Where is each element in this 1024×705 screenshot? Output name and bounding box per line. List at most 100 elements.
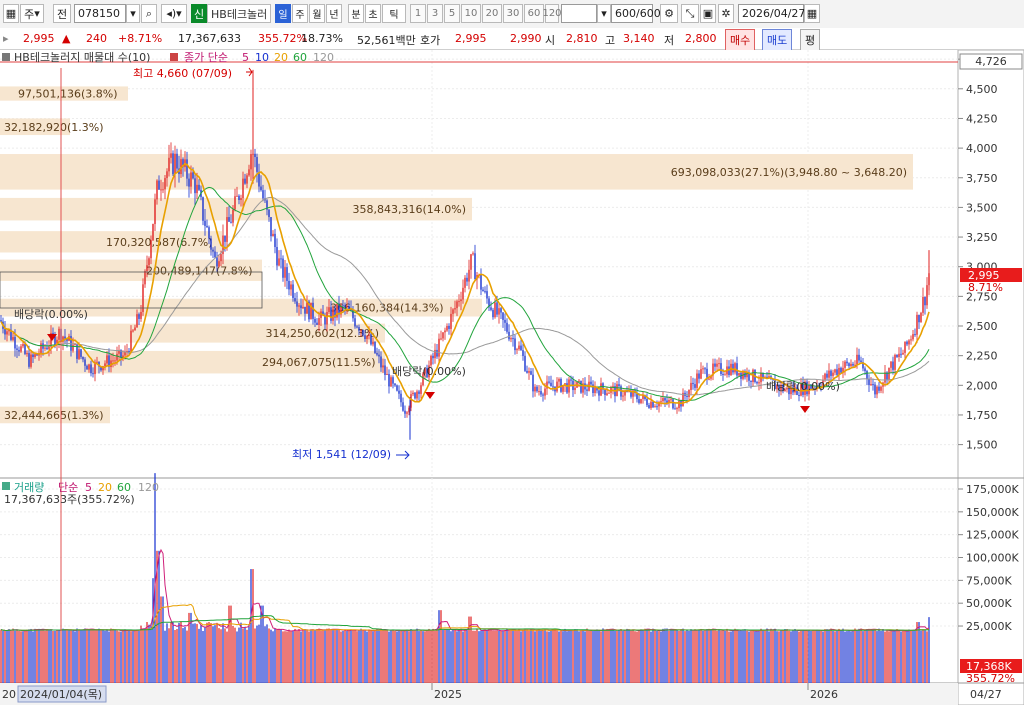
volume-bar [868, 628, 870, 685]
volume-legend-toggle-icon[interactable] [2, 482, 10, 490]
sell-button[interactable]: 매도 [762, 29, 793, 51]
volume-bar [168, 628, 170, 685]
sound-icon[interactable]: ◂)▾ [161, 4, 187, 23]
blank-input[interactable] [561, 4, 597, 23]
price-axis-label: 4,000 [966, 142, 998, 155]
volume-bar [624, 630, 626, 685]
buy-button[interactable]: 매수 [725, 29, 756, 51]
volume-bar [796, 630, 798, 685]
volume-bar [220, 629, 222, 685]
volume-bar [782, 630, 784, 685]
volume-axis-label: 125,000K [966, 529, 1019, 542]
volume-bar [422, 631, 424, 685]
volume-bar [870, 628, 872, 685]
candle-body [230, 221, 232, 223]
volume-bar [756, 631, 758, 685]
volume-bar [844, 631, 846, 685]
candle-body [274, 233, 276, 248]
volume-bar [162, 596, 164, 685]
volume-bar [738, 630, 740, 685]
period-select[interactable]: 주 ▾ [20, 4, 44, 23]
tab-minute[interactable]: 분 [348, 4, 364, 23]
interval-10[interactable]: 10 [461, 4, 481, 23]
gear-icon[interactable]: ✲ [718, 4, 734, 23]
volume-bar [298, 629, 300, 685]
volume-bar [784, 629, 786, 685]
tab-second[interactable]: 초 [365, 4, 381, 23]
tab-month[interactable]: 월 [309, 4, 325, 23]
volume-bar [878, 628, 880, 685]
tab-day[interactable]: 일 [275, 4, 291, 23]
quote-bar: ▸ 2,995 ▲ 240 +8.71% 17,367,633 355.72% … [0, 28, 1024, 51]
compare-icon[interactable]: ⤡ [681, 4, 699, 23]
count-input[interactable]: 600/600 [611, 4, 661, 23]
candle-body [646, 398, 648, 406]
volume-bar [496, 630, 498, 685]
interval-60[interactable]: 60 [524, 4, 544, 23]
volume-bar [70, 630, 72, 685]
calendar-icon[interactable]: ▦ [804, 4, 820, 23]
volume-bar [828, 629, 830, 685]
legend-toggle-icon[interactable] [2, 53, 10, 61]
search-icon[interactable]: ⌕ [141, 4, 157, 23]
ma-legend-toggle-icon[interactable] [170, 53, 178, 61]
candle-body [904, 341, 906, 353]
code-input[interactable]: 078150 [74, 4, 126, 23]
volume-bar [450, 631, 452, 685]
volume-bar [646, 628, 648, 685]
volume-bar [656, 630, 658, 685]
eval-button[interactable]: 평 [800, 29, 821, 51]
layout-icon[interactable]: ▦ [3, 4, 19, 23]
interval-20[interactable]: 20 [482, 4, 502, 23]
time-end-label: 04/27 [970, 688, 1002, 701]
interval-3[interactable]: 3 [427, 4, 443, 23]
candle-body [344, 305, 346, 308]
toolbar: ▦ 주 ▾ 전 078150 ▾ ⌕ ◂)▾ 신 HB테크놀러 일 주 월 년 분… [0, 0, 1024, 29]
code-dropdown-icon[interactable]: ▾ [126, 4, 140, 23]
interval-5[interactable]: 5 [444, 4, 460, 23]
count-dropdown-icon[interactable]: ▾ [597, 4, 611, 23]
volume-bar [414, 630, 416, 685]
candle-body [878, 386, 880, 391]
chart-settings-icon[interactable]: ⚙ [660, 4, 678, 23]
interval-120[interactable]: 120 [542, 4, 562, 23]
candle-body [12, 337, 14, 340]
candle-body [698, 373, 700, 379]
price-axis-label: 4,500 [966, 83, 998, 96]
volume-bar [228, 605, 230, 685]
date-input[interactable]: 2026/04/27 [738, 4, 805, 23]
tab-year[interactable]: 년 [326, 4, 342, 23]
volume-bar [706, 629, 708, 685]
volume-bar [466, 629, 468, 685]
price-change-pct: +8.71% [118, 32, 163, 45]
candle-body [6, 331, 8, 335]
volume-bar [116, 630, 118, 685]
candle-body [226, 217, 228, 242]
candle-body [638, 399, 640, 403]
tab-week[interactable]: 주 [292, 4, 308, 23]
volume-bar [726, 628, 728, 685]
volume-bar [914, 629, 916, 685]
candle-body [860, 360, 862, 363]
view-button[interactable]: 전 [53, 4, 71, 23]
volume-bar [482, 630, 484, 685]
volume-bar [590, 629, 592, 685]
save-icon[interactable]: ▣ [700, 4, 716, 23]
candle-body [912, 334, 914, 340]
volume-axis-label: 50,000K [966, 597, 1012, 610]
volume-bar [602, 628, 604, 685]
volume-bar [400, 630, 402, 685]
stock-chart[interactable]: 97,501,136(3.8%) 32,182,920(1.3%) 693,098,… [0, 50, 1024, 705]
candle-body [78, 349, 80, 359]
candle-body [870, 384, 872, 386]
interval-1[interactable]: 1 [410, 4, 426, 23]
candle-body [302, 306, 304, 309]
candle-body [378, 354, 380, 357]
candle-body [892, 361, 894, 370]
bid-price: 2,990 [510, 32, 542, 45]
tab-tick[interactable]: 틱 [382, 4, 406, 23]
candle-body [798, 394, 800, 396]
volume-bar [32, 631, 34, 685]
volume-bar [896, 629, 898, 685]
interval-30[interactable]: 30 [503, 4, 523, 23]
